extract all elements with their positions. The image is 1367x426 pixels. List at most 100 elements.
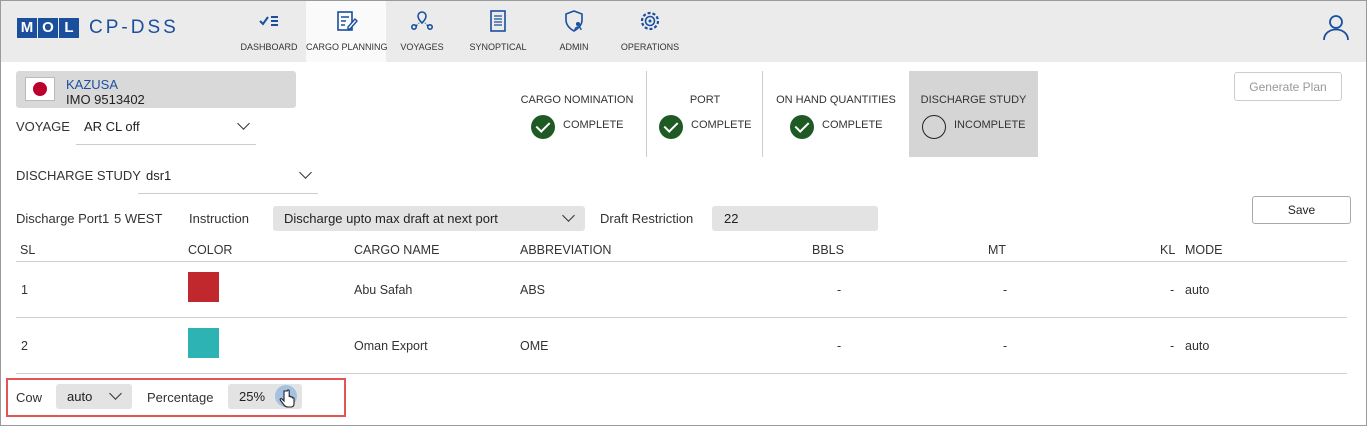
- generate-plan-button[interactable]: Generate Plan: [1234, 72, 1342, 101]
- col-header-abbreviation: ABBREVIATION: [520, 243, 612, 257]
- step-discharge-study[interactable]: DISCHARGE STUDY INCOMPLETE: [909, 71, 1038, 157]
- step-title: DISCHARGE STUDY: [920, 94, 1027, 106]
- cell-cargo-name: Oman Export: [354, 339, 428, 353]
- nav-synoptical[interactable]: SYNOPTICAL: [467, 1, 529, 62]
- cell-mt: -: [1003, 283, 1008, 297]
- cow-value: auto: [67, 389, 93, 404]
- cell-mode: auto: [1185, 283, 1210, 297]
- draft-restriction-input[interactable]: 22: [712, 206, 878, 231]
- chevron-down-icon: [237, 117, 250, 130]
- col-header-cargo-name: CARGO NAME: [354, 243, 440, 257]
- nav-cargo-planning-label: CARGO PLANNING: [306, 42, 388, 52]
- nav-admin[interactable]: ADMIN: [549, 1, 599, 62]
- instruction-select[interactable]: Discharge upto max draft at next port: [273, 206, 585, 231]
- row-divider: [16, 373, 1347, 374]
- voyage-value: AR CL off: [84, 119, 140, 134]
- cell-abbreviation: OME: [520, 339, 549, 353]
- step-title: PORT: [689, 94, 721, 106]
- step-on-hand-quantities[interactable]: ON HAND QUANTITIES COMPLETE: [764, 71, 908, 157]
- row-divider: [16, 317, 1347, 318]
- save-button[interactable]: Save: [1252, 196, 1351, 224]
- check-circle-icon: [659, 115, 683, 139]
- instruction-value: Discharge upto max draft at next port: [284, 211, 498, 226]
- voyage-select[interactable]: AR CL off: [76, 117, 256, 145]
- top-header: M O L CP-DSS DASHBOARD CARGO PLANNING VO…: [1, 1, 1366, 62]
- nav-operations[interactable]: OPERATIONS: [619, 1, 681, 62]
- cow-label: Cow: [16, 390, 43, 405]
- step-divider: [646, 71, 647, 157]
- chevron-down-icon: [109, 387, 122, 400]
- percentage-value: 25%: [239, 389, 266, 404]
- chevron-down-icon: [299, 166, 312, 179]
- discharge-port-label: Discharge Port1: [16, 211, 110, 226]
- hand-cursor-icon: [275, 385, 297, 408]
- col-header-mode: MODE: [1185, 243, 1223, 257]
- nav-operations-label: OPERATIONS: [620, 42, 680, 52]
- cell-kl: -: [1170, 283, 1175, 297]
- step-status: COMPLETE: [691, 119, 752, 131]
- cell-bbls: -: [837, 283, 842, 297]
- check-circle-icon: [531, 115, 555, 139]
- col-header-bbls: BBLS: [812, 243, 844, 257]
- cell-mt: -: [1003, 339, 1008, 353]
- synoptical-document-icon: [490, 10, 506, 32]
- draft-restriction-value: 22: [724, 211, 739, 226]
- user-icon[interactable]: [1322, 13, 1350, 41]
- nav-dashboard[interactable]: DASHBOARD: [237, 1, 301, 62]
- chevron-down-icon: [562, 209, 575, 222]
- percentage-label: Percentage: [147, 390, 214, 405]
- cell-sl: 2: [21, 339, 28, 353]
- nav-synoptical-label: SYNOPTICAL: [469, 42, 527, 52]
- vessel-card: KAZUSA IMO 9513402: [16, 71, 296, 108]
- col-header-kl: KL: [1160, 243, 1176, 257]
- admin-shield-user-icon: [565, 10, 583, 32]
- check-circle-icon: [790, 115, 814, 139]
- dashboard-check-list-icon: [259, 16, 278, 26]
- table-header-divider: [16, 261, 1347, 262]
- japan-flag-icon: [25, 77, 55, 101]
- nav-voyages-label: VOYAGES: [400, 42, 444, 52]
- vessel-name: KAZUSA: [66, 77, 119, 92]
- vessel-imo: IMO 9513402: [66, 92, 145, 107]
- logo-letter-l: L: [59, 18, 79, 38]
- col-header-sl: SL: [20, 243, 36, 257]
- cargo-planning-edit-icon: [337, 11, 358, 31]
- step-title: ON HAND QUANTITIES: [776, 94, 896, 106]
- step-divider: [762, 71, 763, 157]
- instruction-label: Instruction: [189, 211, 249, 226]
- cell-cargo-name: Abu Safah: [354, 283, 413, 297]
- nav-admin-label: ADMIN: [559, 42, 589, 52]
- logo-letter-m: M: [17, 18, 37, 38]
- step-status: COMPLETE: [563, 119, 624, 131]
- nav-voyages[interactable]: VOYAGES: [393, 1, 451, 62]
- cell-bbls: -: [837, 339, 842, 353]
- step-title: CARGO NOMINATION: [520, 94, 634, 106]
- app-name: CP-DSS: [89, 17, 179, 38]
- step-port[interactable]: PORT COMPLETE: [648, 71, 762, 157]
- nav-dashboard-label: DASHBOARD: [240, 42, 298, 52]
- discharge-study-value: dsr1: [146, 168, 172, 183]
- cell-kl: -: [1170, 339, 1175, 353]
- nav-cargo-planning[interactable]: CARGO PLANNING: [306, 1, 388, 62]
- draft-restriction-label: Draft Restriction: [600, 211, 694, 226]
- step-status: INCOMPLETE: [954, 119, 1026, 131]
- step-status: COMPLETE: [822, 119, 883, 131]
- cell-mode: auto: [1185, 339, 1210, 353]
- voyage-label: VOYAGE: [16, 119, 70, 134]
- col-header-mt: MT: [988, 243, 1007, 257]
- cell-sl: 1: [21, 283, 28, 297]
- col-header-color: COLOR: [188, 243, 233, 257]
- cow-select[interactable]: auto: [56, 384, 132, 409]
- operations-gear-icon: [640, 11, 660, 31]
- empty-circle-icon: [922, 115, 946, 139]
- discharge-port-name: 5 WEST: [114, 211, 163, 226]
- logo-letter-o: O: [38, 18, 58, 38]
- cargo-color-swatch[interactable]: [188, 272, 219, 302]
- discharge-study-select[interactable]: dsr1: [138, 166, 318, 194]
- discharge-study-label: DISCHARGE STUDY: [16, 168, 141, 183]
- cell-abbreviation: ABS: [520, 283, 546, 297]
- step-cargo-nomination[interactable]: CARGO NOMINATION COMPLETE: [510, 71, 644, 157]
- cargo-color-swatch[interactable]: [188, 328, 219, 358]
- voyages-route-icon: [410, 11, 433, 31]
- mol-logo: M O L: [17, 18, 80, 38]
